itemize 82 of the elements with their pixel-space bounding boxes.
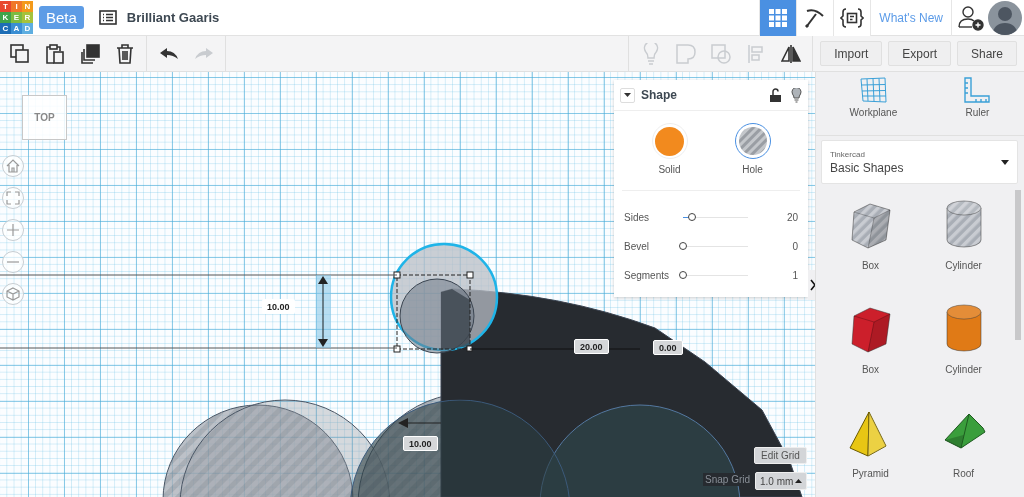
collapse-panel-button[interactable] bbox=[808, 270, 815, 300]
property-value[interactable]: 0 bbox=[748, 241, 798, 252]
logo-tile: N bbox=[22, 1, 33, 12]
fit-view-icon bbox=[4, 189, 22, 207]
perspective-icon bbox=[4, 285, 22, 303]
design-title[interactable]: Brilliant Gaaris bbox=[126, 10, 220, 25]
ruler-icon bbox=[964, 77, 991, 103]
logo-tile: I bbox=[11, 1, 22, 12]
zoom-in-icon bbox=[4, 221, 22, 239]
home-icon bbox=[4, 157, 22, 175]
list-icon[interactable] bbox=[98, 10, 117, 25]
dimension-field[interactable]: 0.00 bbox=[653, 340, 683, 355]
ungroup-icon bbox=[710, 43, 731, 64]
toolbar-button[interactable]: Share bbox=[956, 41, 1017, 66]
caret-icon bbox=[624, 93, 631, 97]
toolbar-button[interactable]: Export bbox=[888, 41, 951, 66]
slider-thumb[interactable] bbox=[679, 271, 687, 279]
ruler-tool[interactable]: Ruler bbox=[964, 77, 991, 135]
selected-cylinder[interactable] bbox=[389, 242, 499, 354]
shape-item[interactable]: Cylinder bbox=[917, 198, 1010, 271]
trash-icon bbox=[115, 43, 134, 64]
dimension-field[interactable]: 10.00 bbox=[403, 436, 438, 451]
shape-item[interactable]: Box bbox=[824, 302, 917, 375]
grid-icon bbox=[769, 8, 788, 27]
workplane-tool[interactable]: Workplane bbox=[849, 77, 898, 135]
shape-item[interactable]: Pyramid bbox=[824, 406, 917, 479]
workplane-icon bbox=[859, 77, 888, 103]
scrollbar[interactable] bbox=[1015, 190, 1021, 340]
dimension-field[interactable]: 20.00 bbox=[574, 339, 609, 354]
chevron-icon bbox=[809, 279, 815, 291]
selection-box[interactable] bbox=[393, 271, 474, 353]
shape-item[interactable]: Box bbox=[824, 198, 917, 271]
hole-swatch-icon bbox=[738, 127, 767, 155]
redo-icon bbox=[193, 46, 214, 61]
align-icon bbox=[747, 43, 764, 64]
property-value[interactable]: 1 bbox=[748, 270, 798, 281]
property-label: Sides bbox=[624, 212, 650, 223]
home-button[interactable] bbox=[2, 155, 24, 177]
lightbulb-icon[interactable] bbox=[791, 87, 802, 103]
view-cube[interactable]: TOP bbox=[22, 95, 67, 140]
logo-tile: T bbox=[0, 1, 11, 12]
avatar[interactable] bbox=[988, 0, 1022, 35]
offset-arrow[interactable] bbox=[398, 418, 442, 428]
snap-grid-label: Snap Grid bbox=[703, 473, 753, 486]
beta-badge: Beta bbox=[39, 6, 84, 29]
toolbar-button[interactable]: Import bbox=[820, 41, 883, 66]
solid-swatch-icon bbox=[655, 126, 684, 156]
pickaxe-view-button[interactable] bbox=[796, 0, 834, 36]
shape-item[interactable]: Cylinder bbox=[917, 302, 1010, 375]
property-label: Bevel bbox=[624, 241, 650, 252]
undo-icon bbox=[158, 46, 179, 61]
slider-thumb[interactable] bbox=[679, 242, 687, 250]
property-label: Segments bbox=[624, 270, 671, 281]
logo-tile: D bbox=[22, 23, 33, 34]
perspective-button[interactable] bbox=[2, 283, 24, 305]
logo-tile: A bbox=[11, 23, 22, 34]
mirror-icon bbox=[780, 44, 801, 63]
group-icon bbox=[675, 43, 696, 64]
collapse-toggle[interactable] bbox=[620, 87, 635, 103]
duplicate-icon bbox=[79, 43, 100, 64]
code-view-button[interactable] bbox=[833, 0, 871, 36]
add-user-icon[interactable] bbox=[958, 4, 984, 31]
caret-icon bbox=[1001, 159, 1009, 165]
logo-tile: C bbox=[0, 23, 11, 34]
logo-tile: E bbox=[11, 12, 22, 23]
copy-icon bbox=[9, 43, 30, 64]
caret-icon bbox=[795, 479, 802, 483]
height-arrow[interactable] bbox=[316, 275, 331, 348]
library-dropdown[interactable]: Tinkercad Basic Shapes bbox=[821, 140, 1018, 184]
dimension-field[interactable]: 10.00 bbox=[262, 299, 295, 314]
edit-grid-button[interactable]: Edit Grid bbox=[754, 447, 807, 464]
logo-tile: R bbox=[22, 12, 33, 23]
snap-grid-dropdown[interactable]: 1.0 mm bbox=[755, 472, 807, 490]
unlocked-icon[interactable] bbox=[770, 88, 781, 102]
paste-icon bbox=[45, 43, 64, 64]
lightbulb-icon bbox=[642, 42, 659, 65]
logo-tile: K bbox=[0, 12, 11, 23]
slider-thumb[interactable] bbox=[688, 213, 697, 221]
panel-title: Shape bbox=[641, 88, 678, 102]
property-value[interactable]: 20 bbox=[748, 212, 798, 223]
code-block-icon bbox=[840, 6, 865, 29]
shape-item[interactable]: Roof bbox=[917, 406, 1010, 479]
